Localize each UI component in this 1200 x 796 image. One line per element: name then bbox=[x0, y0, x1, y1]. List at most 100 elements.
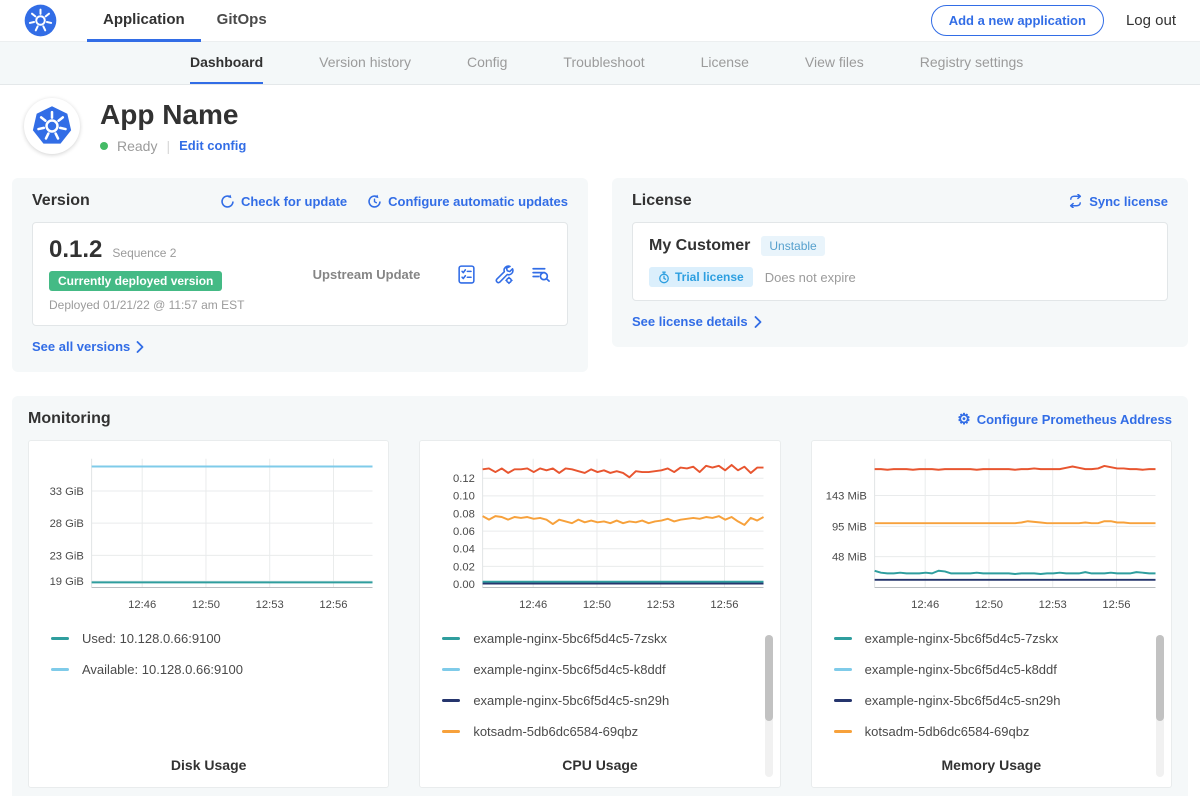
stopwatch-icon bbox=[658, 271, 670, 284]
legend-label: kotsadm-5db6dc6584-69qbz bbox=[473, 724, 638, 739]
sync-license-label: Sync license bbox=[1089, 194, 1168, 209]
refresh-icon bbox=[220, 194, 235, 209]
legend-scrollbar-thumb[interactable] bbox=[765, 635, 773, 721]
subtab-config[interactable]: Config bbox=[467, 42, 507, 84]
legend-swatch-icon bbox=[442, 699, 460, 702]
subtab-license[interactable]: License bbox=[701, 42, 749, 84]
divider: | bbox=[166, 138, 170, 154]
disk-usage-chart: 33 GiB28 GiB23 GiB19 GiB12:4612:5012:531… bbox=[37, 451, 380, 619]
legend-label: kotsadm-5db6dc6584-69qbz bbox=[865, 724, 1030, 739]
disk-usage-legend: Used: 10.128.0.66:9100 Available: 10.128.… bbox=[51, 631, 380, 755]
trial-license-badge: Trial license bbox=[649, 267, 753, 287]
subtab-registry-settings[interactable]: Registry settings bbox=[920, 42, 1023, 84]
legend-scrollbar[interactable] bbox=[1156, 635, 1164, 777]
legend-item: example-nginx-5bc6f5d4c5-7zskx bbox=[834, 631, 1163, 646]
cpu-usage-chart: 0.120.100.080.060.040.020.0012:4612:5012… bbox=[428, 451, 771, 619]
legend-item: example-nginx-5bc6f5d4c5-sn29h bbox=[442, 693, 771, 708]
legend-label: example-nginx-5bc6f5d4c5-sn29h bbox=[473, 693, 669, 708]
subtab-view-files[interactable]: View files bbox=[805, 42, 864, 84]
svg-text:12:46: 12:46 bbox=[911, 599, 939, 611]
tab-gitops[interactable]: GitOps bbox=[201, 0, 283, 42]
update-schedule-icon bbox=[367, 194, 382, 209]
svg-text:12:56: 12:56 bbox=[711, 599, 739, 611]
sync-license-link[interactable]: Sync license bbox=[1068, 194, 1168, 209]
deploy-logs-icon[interactable] bbox=[530, 264, 551, 285]
legend-label: example-nginx-5bc6f5d4c5-7zskx bbox=[473, 631, 667, 646]
legend-label: Available: 10.128.0.66:9100 bbox=[82, 662, 243, 677]
sync-icon bbox=[1068, 194, 1083, 208]
version-card: Version Check for update Configure au bbox=[12, 178, 588, 372]
configure-automatic-updates-label: Configure automatic updates bbox=[388, 194, 568, 209]
configure-prometheus-link[interactable]: ⚙ Configure Prometheus Address bbox=[957, 412, 1172, 427]
subtab-version-history[interactable]: Version history bbox=[319, 42, 411, 84]
legend-item: Used: 10.128.0.66:9100 bbox=[51, 631, 380, 646]
edit-config-values-icon[interactable] bbox=[493, 264, 514, 285]
memory-usage-chart: 143 MiB95 MiB48 MiB12:4612:5012:5312:56 bbox=[820, 451, 1163, 619]
legend-item: kotsadm-5db6dc6584-69qbz bbox=[834, 724, 1163, 739]
svg-text:12:56: 12:56 bbox=[1102, 599, 1130, 611]
app-sub-nav: Dashboard Version history Config Trouble… bbox=[0, 42, 1200, 85]
chevron-right-icon bbox=[136, 341, 144, 353]
legend-scrollbar[interactable] bbox=[765, 635, 773, 777]
version-number: 0.1.2 bbox=[49, 236, 102, 264]
legend-swatch-icon bbox=[834, 668, 852, 671]
add-application-button[interactable]: Add a new application bbox=[931, 5, 1104, 36]
top-tabs: Application GitOps bbox=[87, 0, 283, 42]
svg-text:0.10: 0.10 bbox=[453, 491, 475, 503]
kubernetes-logo-icon bbox=[24, 4, 57, 37]
version-action-icons bbox=[456, 264, 551, 285]
see-license-details-link[interactable]: See license details bbox=[632, 314, 762, 329]
svg-text:143 MiB: 143 MiB bbox=[825, 490, 866, 502]
svg-text:12:53: 12:53 bbox=[256, 599, 284, 611]
svg-text:12:50: 12:50 bbox=[975, 599, 1003, 611]
legend-swatch-icon bbox=[442, 637, 460, 640]
app-kubernetes-icon bbox=[24, 98, 80, 154]
svg-text:12:56: 12:56 bbox=[319, 599, 347, 611]
memory-usage-title: Memory Usage bbox=[820, 757, 1163, 773]
check-for-update-label: Check for update bbox=[241, 194, 347, 209]
svg-text:12:50: 12:50 bbox=[192, 599, 220, 611]
legend-label: example-nginx-5bc6f5d4c5-k8ddf bbox=[473, 662, 665, 677]
monitoring-title: Monitoring bbox=[28, 410, 111, 428]
svg-text:12:53: 12:53 bbox=[1038, 599, 1066, 611]
svg-text:0.06: 0.06 bbox=[453, 526, 475, 538]
see-all-versions-link[interactable]: See all versions bbox=[32, 339, 144, 354]
svg-text:33 GiB: 33 GiB bbox=[50, 486, 84, 498]
configure-prometheus-label: Configure Prometheus Address bbox=[977, 412, 1172, 427]
legend-swatch-icon bbox=[834, 699, 852, 702]
svg-text:12:50: 12:50 bbox=[583, 599, 611, 611]
version-card-header: Version Check for update Configure au bbox=[32, 192, 568, 210]
license-expiry: Does not expire bbox=[765, 270, 856, 285]
top-nav: Application GitOps Add a new application… bbox=[0, 0, 1200, 42]
update-type-label: Upstream Update bbox=[277, 267, 456, 282]
svg-text:0.12: 0.12 bbox=[453, 473, 475, 485]
tab-application[interactable]: Application bbox=[87, 0, 201, 42]
subtab-troubleshoot[interactable]: Troubleshoot bbox=[563, 42, 644, 84]
cards-row: Version Check for update Configure au bbox=[12, 178, 1188, 372]
legend-scrollbar-thumb[interactable] bbox=[1156, 635, 1164, 721]
check-for-update-link[interactable]: Check for update bbox=[220, 194, 347, 209]
legend-item: example-nginx-5bc6f5d4c5-k8ddf bbox=[834, 662, 1163, 677]
legend-item: example-nginx-5bc6f5d4c5-7zskx bbox=[442, 631, 771, 646]
edit-config-link[interactable]: Edit config bbox=[179, 138, 246, 153]
legend-swatch-icon bbox=[442, 668, 460, 671]
subtab-dashboard[interactable]: Dashboard bbox=[190, 42, 263, 84]
license-box: My Customer Unstable Trial license Does … bbox=[632, 222, 1168, 301]
legend-label: Used: 10.128.0.66:9100 bbox=[82, 631, 221, 646]
memory-usage-legend: example-nginx-5bc6f5d4c5-7zskx example-ng… bbox=[834, 631, 1163, 755]
version-info: 0.1.2 Sequence 2 Currently deployed vers… bbox=[49, 236, 277, 312]
legend-item: example-nginx-5bc6f5d4c5-sn29h bbox=[834, 693, 1163, 708]
preflight-checks-icon[interactable] bbox=[456, 264, 477, 285]
configure-automatic-updates-link[interactable]: Configure automatic updates bbox=[367, 194, 568, 209]
legend-item: example-nginx-5bc6f5d4c5-k8ddf bbox=[442, 662, 771, 677]
cpu-usage-panel: 0.120.100.080.060.040.020.0012:4612:5012… bbox=[419, 440, 780, 788]
svg-text:12:46: 12:46 bbox=[128, 599, 156, 611]
cpu-usage-title: CPU Usage bbox=[428, 757, 771, 773]
trial-license-label: Trial license bbox=[675, 270, 744, 284]
app-status-row: Ready | Edit config bbox=[100, 138, 246, 154]
see-license-details-label: See license details bbox=[632, 314, 748, 329]
svg-text:12:46: 12:46 bbox=[519, 599, 547, 611]
chevron-right-icon bbox=[754, 316, 762, 328]
logout-button[interactable]: Log out bbox=[1126, 12, 1176, 29]
license-card-header: License Sync license bbox=[632, 192, 1168, 210]
